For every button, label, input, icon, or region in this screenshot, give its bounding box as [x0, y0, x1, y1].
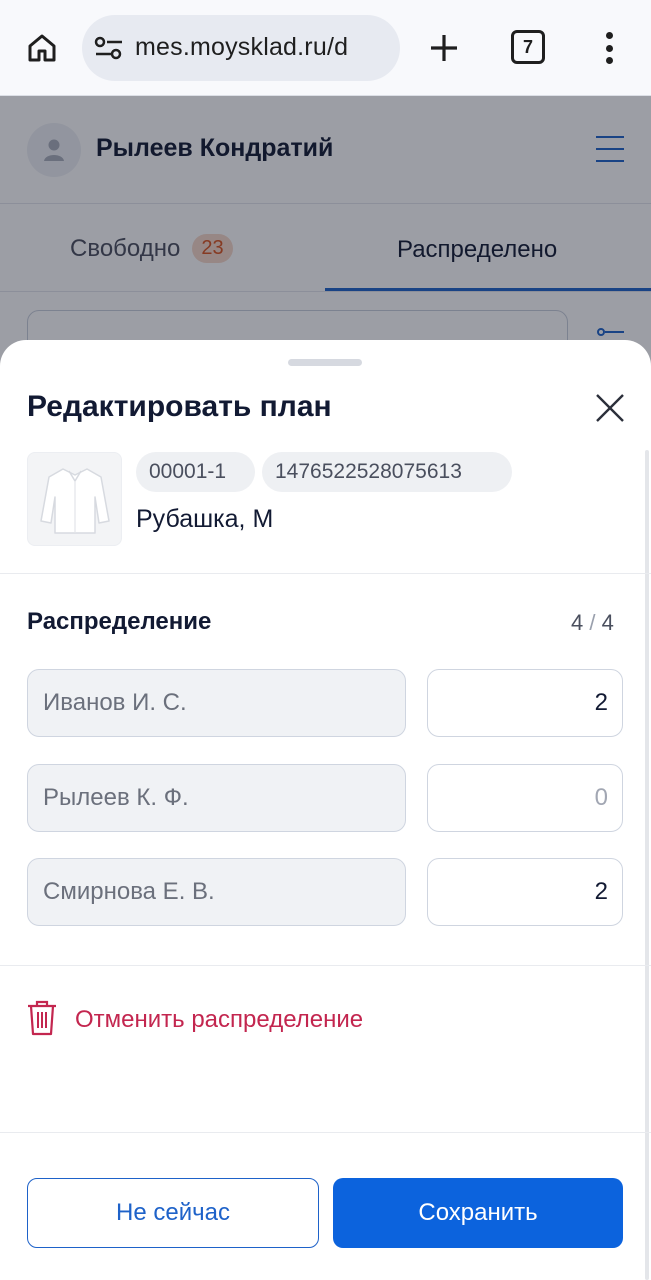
home-icon[interactable] [22, 26, 62, 70]
browser-toolbar: mes.moysklad.ru/d 7 [0, 0, 651, 96]
address-bar[interactable]: mes.moysklad.ru/d [82, 15, 400, 81]
quantity-input[interactable]: 0 [427, 764, 623, 832]
site-settings-icon[interactable] [94, 35, 124, 61]
product-image [27, 452, 122, 546]
quantity-input[interactable]: 2 [427, 669, 623, 737]
drag-handle[interactable] [288, 359, 362, 366]
url-text: mes.moysklad.ru/d [135, 33, 349, 61]
more-options-icon[interactable] [594, 28, 624, 68]
product-code-chip: 00001-1 [136, 452, 255, 492]
cancel-distribution-label: Отменить распределение [75, 1006, 364, 1033]
assignee-field[interactable]: Иванов И. С. [27, 669, 406, 737]
edit-plan-sheet: Редактировать план 00001-1 1476522528075… [0, 340, 651, 1280]
divider [0, 1132, 651, 1133]
scrollbar[interactable] [645, 450, 649, 1280]
assignee-field[interactable]: Рылеев К. Ф. [27, 764, 406, 832]
save-button[interactable]: Сохранить [333, 1178, 623, 1248]
distribution-title: Распределение [27, 608, 212, 635]
product-name: Рубашка, М [136, 505, 274, 533]
sheet-title: Редактировать план [27, 390, 332, 423]
assignee-field[interactable]: Смирнова Е. В. [27, 858, 406, 926]
not-now-button[interactable]: Не сейчас [27, 1178, 319, 1248]
cancel-distribution-button[interactable]: Отменить распределение [27, 1000, 363, 1040]
counter-current: 4 [571, 610, 584, 635]
new-tab-icon[interactable] [422, 26, 466, 70]
tab-switcher-button[interactable]: 7 [511, 30, 545, 64]
quantity-input[interactable]: 2 [427, 858, 623, 926]
divider [0, 573, 651, 574]
divider [0, 965, 651, 966]
close-icon[interactable] [592, 390, 628, 426]
counter-total: 4 [601, 610, 614, 635]
trash-icon [27, 1000, 57, 1041]
barcode-chip: 1476522528075613 [262, 452, 512, 492]
counter-separator: / [589, 610, 596, 635]
distribution-counter: 4 / 4 [571, 610, 614, 636]
